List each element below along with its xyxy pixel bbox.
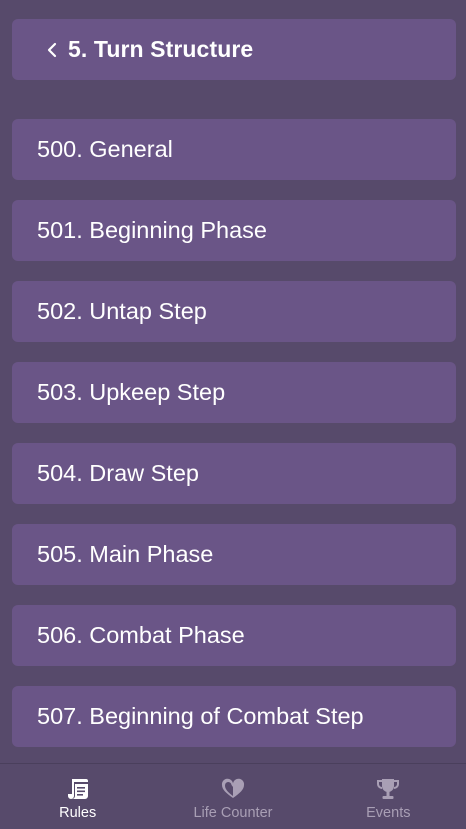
page-title: 5. Turn Structure (68, 36, 254, 62)
back-header-button[interactable]: 5. Turn Structure (12, 19, 456, 80)
rule-item-502[interactable]: 502. Untap Step (12, 281, 456, 342)
rule-item-505[interactable]: 505. Main Phase (12, 524, 456, 585)
trophy-icon (377, 779, 400, 799)
app-root: 5. Turn Structure 500. General 501. Begi… (0, 0, 466, 829)
nav-rules-label: Rules (59, 805, 97, 821)
rule-item-503[interactable]: 503. Upkeep Step (12, 362, 456, 423)
heart-icon (221, 778, 245, 798)
nav-events-label: Events (366, 805, 411, 821)
nav-events[interactable]: Events (311, 764, 466, 829)
rule-item-504[interactable]: 504. Draw Step (12, 443, 456, 504)
rule-item-501[interactable]: 501. Beginning Phase (12, 200, 456, 261)
scroll-icon (67, 779, 88, 799)
bottom-navigation: Rules Life Counter Events (0, 763, 466, 829)
rules-list: 500. General 501. Beginning Phase 502. U… (12, 119, 456, 767)
nav-rules[interactable]: Rules (0, 764, 155, 829)
nav-life-counter-label: Life Counter (193, 805, 273, 821)
rule-item-507[interactable]: 507. Beginning of Combat Step (12, 686, 456, 747)
rule-item-500[interactable]: 500. General (12, 119, 456, 180)
rule-item-506[interactable]: 506. Combat Phase (12, 605, 456, 666)
chevron-left-icon (47, 42, 57, 57)
nav-life-counter[interactable]: Life Counter (155, 764, 310, 829)
